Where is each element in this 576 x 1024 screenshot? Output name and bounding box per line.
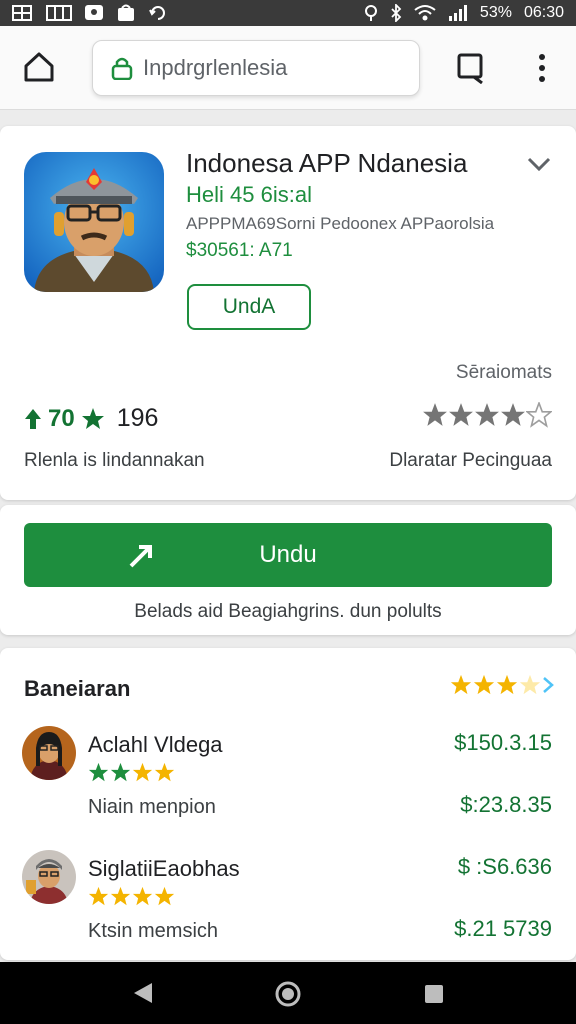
review-amount: $.21 5739 bbox=[454, 916, 552, 941]
sync-icon bbox=[149, 6, 165, 20]
star-icon bbox=[473, 674, 495, 695]
home-icon[interactable] bbox=[22, 50, 56, 84]
review-item[interactable]: SiglatiiEaobhas Ktsin memsich $ :S6.636 … bbox=[0, 850, 576, 970]
reviews-card: Baneiaran Aclahl Vldega Niain menpion $1… bbox=[0, 648, 576, 960]
avatar bbox=[22, 850, 76, 904]
app-developer[interactable]: Heli 45 6is:al bbox=[186, 182, 312, 208]
star-icon bbox=[154, 762, 175, 782]
review-stars bbox=[88, 762, 175, 783]
star-icon bbox=[88, 762, 109, 782]
status-bar: 53% 06:30 bbox=[0, 0, 576, 26]
rating-summary: 70 196 bbox=[24, 404, 158, 433]
lock-icon bbox=[111, 57, 133, 80]
star-half-icon bbox=[519, 674, 541, 695]
stats-label: Sēraiomats bbox=[455, 362, 552, 383]
review-amount: $ :S6.636 bbox=[457, 854, 552, 879]
arrow-diagonal-icon bbox=[129, 545, 152, 568]
reviewer-avatar-icon bbox=[22, 850, 76, 904]
bookmark-icon[interactable] bbox=[456, 52, 486, 84]
screenshot-icon bbox=[12, 5, 32, 21]
message-icon bbox=[85, 5, 103, 20]
rating-value: 70 bbox=[48, 404, 75, 432]
arrow-up-icon bbox=[25, 408, 41, 429]
star-icon bbox=[132, 762, 153, 782]
review-amount: $:23.8.35 bbox=[460, 792, 552, 817]
signal-icon bbox=[448, 5, 467, 21]
system-nav-bar bbox=[0, 962, 576, 1024]
star-icon bbox=[110, 762, 131, 782]
location-icon bbox=[364, 5, 377, 21]
status-right: 53% 06:30 bbox=[364, 4, 564, 22]
chevron-right-icon bbox=[543, 677, 554, 693]
star-icon bbox=[475, 403, 499, 426]
install-card: Undu Belads aid Beagiahgrins. dun polult… bbox=[0, 505, 576, 635]
star-icon bbox=[423, 403, 447, 426]
reviewer-avatar-icon bbox=[22, 726, 76, 780]
star-icon bbox=[110, 886, 131, 906]
reviews-title: Baneiaran bbox=[24, 676, 131, 701]
reviewer-name: SiglatiiEaobhas bbox=[88, 856, 240, 881]
bluetooth-icon bbox=[391, 4, 402, 22]
review-text: Ktsin memsich bbox=[88, 920, 219, 942]
caption-right: Dlaratar Pecinguaa bbox=[389, 450, 552, 471]
grid-icon bbox=[46, 5, 72, 21]
star-icon bbox=[501, 403, 525, 426]
install-label: Undu bbox=[259, 541, 317, 568]
more-vert-icon[interactable] bbox=[530, 52, 554, 84]
avatar bbox=[22, 726, 76, 780]
rating-count: 196 bbox=[116, 404, 159, 432]
back-icon[interactable] bbox=[132, 981, 154, 1005]
star-icon bbox=[450, 674, 472, 695]
app-icon[interactable] bbox=[24, 152, 164, 292]
app-title: Indonesa APP Ndanesia bbox=[186, 148, 468, 178]
rating-stars-right bbox=[422, 402, 552, 428]
address-bar[interactable]: Inpdrgrlenlesia bbox=[92, 40, 420, 96]
review-stars bbox=[88, 886, 175, 907]
review-item[interactable]: Aclahl Vldega Niain menpion $150.3.15 $:… bbox=[0, 726, 576, 846]
url-text: Inpdrgrlenlesia bbox=[143, 55, 288, 80]
chevron-down-icon[interactable] bbox=[526, 152, 552, 176]
star-outline-icon bbox=[526, 402, 552, 428]
star-icon bbox=[81, 407, 104, 429]
review-amount: $150.3.15 bbox=[454, 730, 552, 755]
clock: 06:30 bbox=[523, 4, 564, 21]
star-icon bbox=[88, 886, 109, 906]
app-info-card: Indonesa APP Ndanesia Heli 45 6is:al APP… bbox=[0, 126, 576, 500]
install-note: Belads aid Beagiahgrins. dun polults bbox=[134, 601, 442, 622]
reviews-header-stars[interactable] bbox=[450, 674, 554, 696]
wifi-icon bbox=[414, 5, 436, 21]
star-icon bbox=[154, 886, 175, 906]
officer-avatar-icon bbox=[24, 152, 164, 292]
battery-percent: 53% bbox=[479, 4, 512, 21]
star-icon bbox=[449, 403, 473, 426]
review-text: Niain menpion bbox=[88, 796, 216, 818]
browser-toolbar: Inpdrgrlenlesia bbox=[0, 26, 576, 110]
caption-left: Rlenla is lindannakan bbox=[24, 450, 205, 471]
home-circle-icon[interactable] bbox=[274, 980, 302, 1008]
open-button[interactable]: UndA bbox=[187, 284, 311, 330]
reviewer-name: Aclahl Vldega bbox=[88, 732, 223, 757]
star-icon bbox=[132, 886, 153, 906]
app-price: $30561: A71 bbox=[186, 240, 293, 261]
star-icon bbox=[496, 674, 518, 695]
app-meta: APPPMA69Sorni Pedoonex APPaorolsia bbox=[186, 214, 495, 233]
bag-icon bbox=[118, 4, 134, 21]
status-left bbox=[12, 4, 168, 22]
recents-icon[interactable] bbox=[424, 984, 444, 1004]
install-button[interactable]: Undu bbox=[24, 523, 552, 587]
